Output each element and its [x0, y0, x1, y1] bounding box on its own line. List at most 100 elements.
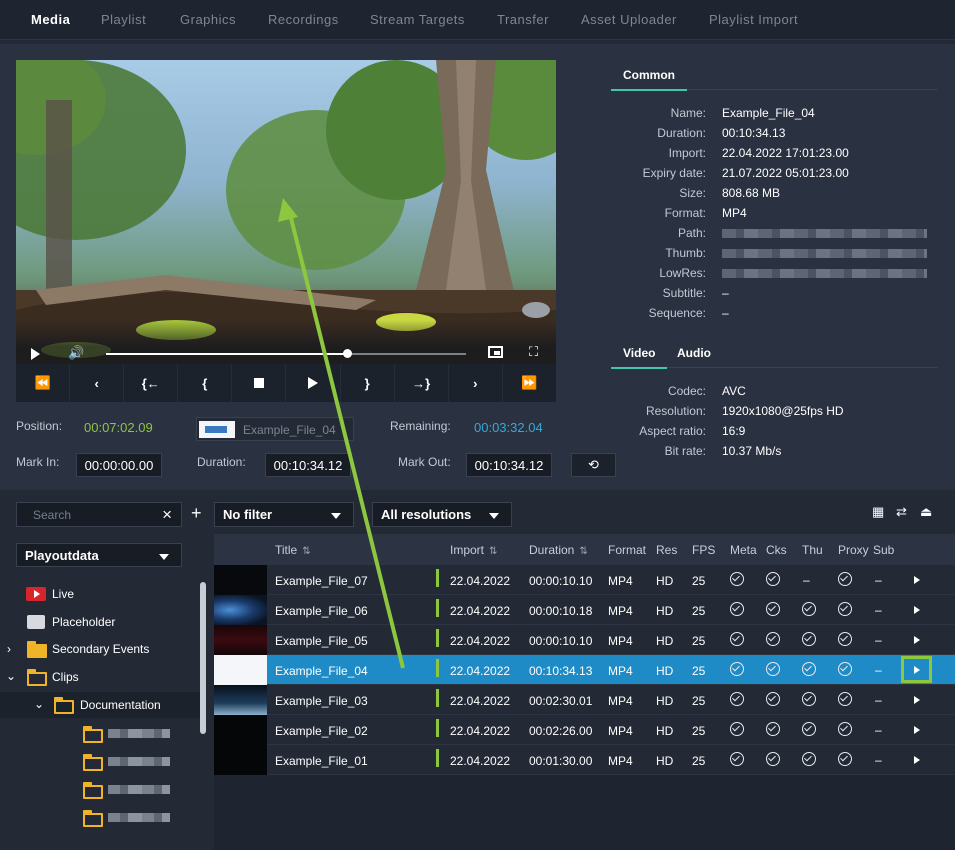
mark-in-field[interactable]: 00:00:00.00	[76, 453, 162, 477]
tree-item-label: Live	[52, 587, 75, 601]
upload-icon[interactable]: ⏏	[920, 504, 932, 520]
table-row[interactable]: Example_File_07 22.04.2022 00:00:10.10 MP4 H…	[214, 565, 955, 595]
table-row[interactable]: Example_File_03 22.04.2022 00:02:30.01 MP4 H…	[214, 685, 955, 715]
go-to-mark-in-button[interactable]: {←	[124, 364, 179, 402]
cell-res: HD	[656, 634, 674, 648]
reset-marks-button[interactable]: ⟲	[571, 453, 616, 477]
column-meta[interactable]: Meta	[730, 543, 757, 557]
picture-in-picture-icon[interactable]	[488, 346, 503, 358]
column-fps[interactable]: FPS	[692, 543, 715, 557]
column-thu[interactable]: Thu	[802, 543, 823, 557]
sync-icon[interactable]: ⇄	[896, 504, 907, 520]
remaining-label: Remaining:	[390, 419, 451, 433]
tree-item-subfolder[interactable]	[0, 748, 200, 774]
tree-item-live[interactable]: Live	[0, 581, 200, 607]
table-row[interactable]: Example_File_02 22.04.2022 00:02:26.00 MP4 H…	[214, 715, 955, 745]
meta-check-icon	[730, 662, 744, 676]
stop-button[interactable]	[232, 364, 287, 402]
tree-item-subfolder[interactable]	[0, 776, 200, 802]
step-forward-button[interactable]: ›	[449, 364, 503, 402]
table-row[interactable]: Example_File_06 22.04.2022 00:00:10.18 MP4 H…	[214, 595, 955, 625]
meta-check-icon	[730, 572, 744, 586]
tab-playlist[interactable]: Playlist	[101, 12, 146, 27]
resolution-dropdown[interactable]: All resolutions	[372, 502, 512, 527]
clear-search-icon[interactable]: ×	[162, 505, 172, 525]
column-duration[interactable]: Duration ⇅	[529, 543, 588, 557]
tab-audio[interactable]: Audio	[677, 346, 711, 360]
tree-item-label: Documentation	[80, 698, 161, 712]
tab-transfer[interactable]: Transfer	[497, 12, 549, 27]
chevron-down-icon[interactable]: ⌄	[6, 669, 16, 683]
play-button[interactable]	[286, 364, 341, 402]
column-res[interactable]: Res	[656, 543, 677, 557]
info-value: 808.68 MB	[722, 186, 781, 200]
step-back-button[interactable]: ‹	[70, 364, 125, 402]
column-format[interactable]: Format	[608, 543, 646, 557]
tree-scrollbar[interactable]	[200, 582, 206, 734]
chevron-down-icon[interactable]: ⌄	[34, 697, 44, 711]
tab-asset-uploader[interactable]: Asset Uploader	[581, 12, 677, 27]
tab-graphics[interactable]: Graphics	[180, 12, 236, 27]
tab-playlist-import[interactable]: Playlist Import	[709, 12, 798, 27]
tree-item-clips[interactable]: ⌄ Clips	[0, 664, 200, 690]
tree-item-documentation[interactable]: ⌄ Documentation	[0, 692, 200, 718]
cell-title: Example_File_02	[275, 724, 368, 738]
tab-recordings[interactable]: Recordings	[268, 12, 339, 27]
highlighted-play-button[interactable]	[901, 656, 932, 683]
play-icon[interactable]	[914, 726, 920, 734]
fullscreen-icon[interactable]: ⛶	[529, 344, 538, 360]
video-preview[interactable]	[16, 60, 556, 364]
cell-res: HD	[656, 664, 674, 678]
set-mark-in-button[interactable]: {	[178, 364, 233, 402]
meta-check-icon	[730, 752, 744, 766]
tab-common[interactable]: Common	[611, 68, 687, 91]
cell-format: MP4	[608, 574, 633, 588]
grid-view-icon[interactable]: ▦	[872, 504, 884, 520]
transport-controls: ⏪ ‹ {← { } →} › ⏩	[16, 364, 556, 402]
tab-media[interactable]: Media	[31, 12, 70, 27]
play-icon[interactable]	[914, 636, 920, 644]
fast-forward-button[interactable]: ⏩	[503, 364, 556, 402]
play-icon[interactable]	[914, 606, 920, 614]
add-filter-icon[interactable]: +	[191, 503, 202, 524]
table-row[interactable]: Example_File_04 22.04.2022 00:10:34.13 MP4 H…	[214, 655, 955, 685]
cell-duration: 00:02:26.00	[529, 724, 593, 738]
tab-stream-targets[interactable]: Stream Targets	[370, 12, 465, 27]
column-title[interactable]: Title ⇅	[275, 543, 311, 557]
info-row: Path:	[611, 226, 941, 246]
info-value: –	[722, 286, 729, 300]
play-icon[interactable]	[914, 576, 920, 584]
table-row[interactable]: Example_File_05 22.04.2022 00:00:10.10 MP4 H…	[214, 625, 955, 655]
filter-dropdown[interactable]: No filter	[214, 502, 354, 527]
info-key: Resolution:	[645, 404, 706, 418]
thu-check-icon	[802, 752, 816, 766]
chevron-right-icon[interactable]: ›	[7, 642, 11, 656]
volume-icon[interactable]: 🔊	[68, 345, 84, 361]
tree-item-subfolder[interactable]	[0, 804, 200, 830]
storage-select[interactable]: Playoutdata	[16, 543, 182, 567]
mark-out-field[interactable]: 00:10:34.12	[466, 453, 552, 477]
go-to-mark-out-button[interactable]: →}	[395, 364, 449, 402]
set-mark-out-button[interactable]: }	[341, 364, 395, 402]
play-icon[interactable]	[31, 348, 40, 360]
seek-handle[interactable]	[343, 349, 353, 358]
search-input[interactable]: Search ×	[16, 502, 182, 527]
table-row[interactable]: Example_File_01 22.04.2022 00:01:30.00 MP4 H…	[214, 745, 955, 775]
tab-video[interactable]: Video	[611, 346, 668, 369]
play-icon[interactable]	[914, 756, 920, 764]
tree-item-placeholder[interactable]: Placeholder	[0, 609, 200, 635]
duration-field[interactable]: 00:10:34.12	[265, 453, 351, 477]
cell-import: 22.04.2022	[450, 694, 511, 708]
info-key: LowRes:	[659, 266, 706, 280]
column-sub[interactable]: Sub	[873, 543, 894, 557]
rewind-button[interactable]: ⏪	[16, 364, 71, 402]
column-import[interactable]: Import ⇅	[450, 543, 497, 557]
info-value: 22.04.2022 17:01:23.00	[722, 146, 849, 160]
tree-item-subfolder[interactable]	[0, 720, 200, 746]
tree-item-secondary-events[interactable]: › Secondary Events	[0, 636, 200, 662]
column-proxy[interactable]: Proxy	[838, 543, 869, 557]
column-cks[interactable]: Cks	[766, 543, 787, 557]
go-to-mark-out-icon: →}	[412, 375, 431, 391]
cell-fps: 25	[692, 664, 706, 678]
play-icon[interactable]	[914, 696, 920, 704]
